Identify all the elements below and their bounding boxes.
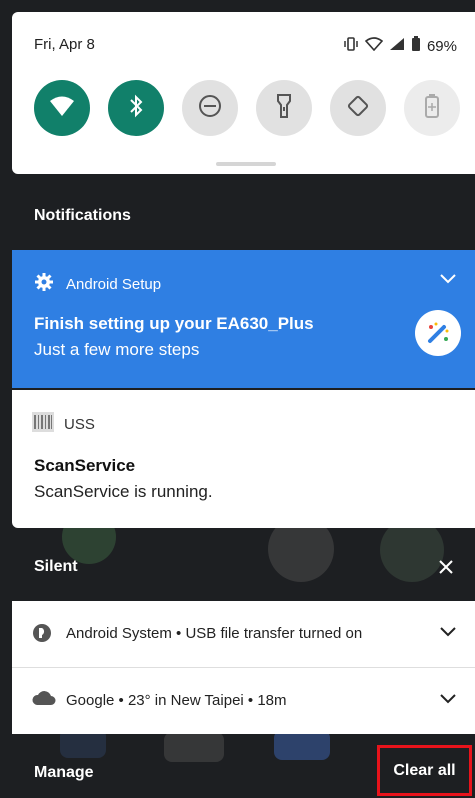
magic-wand-icon <box>415 310 461 356</box>
uss-notification[interactable]: USS ScanService ScanService is running. <box>12 390 475 528</box>
battery-percent: 69% <box>426 37 457 55</box>
android-setup-notification[interactable]: Android Setup Finish setting up your EA6… <box>12 250 475 388</box>
close-icon[interactable] <box>439 556 453 578</box>
auto-rotate-icon <box>345 93 371 124</box>
notification-app-name: Android Setup <box>66 275 162 293</box>
flashlight-icon <box>276 93 292 124</box>
wifi-tile[interactable]: 4 <box>34 80 90 136</box>
vibrate-icon <box>343 37 359 55</box>
cloud-icon <box>32 690 56 710</box>
do-not-disturb-icon <box>198 94 222 123</box>
signal-icon <box>389 37 405 55</box>
notification-text: ScanService is running. <box>34 482 213 501</box>
settings-gear-icon <box>34 272 54 296</box>
auto-rotate-tile[interactable] <box>330 80 386 136</box>
clear-all-button[interactable]: Clear all <box>377 745 472 796</box>
flashlight-tile[interactable] <box>256 80 312 136</box>
wifi-icon: 4 <box>49 95 75 122</box>
manage-button[interactable]: Manage <box>34 764 94 782</box>
android-system-icon <box>32 623 52 647</box>
expand-chevron-icon[interactable] <box>439 692 457 709</box>
date-label: Fri, Apr 8 <box>34 36 95 53</box>
silent-notification-android-system[interactable]: Android System • USB file transfer turne… <box>12 601 475 667</box>
notification-text: Just a few more steps <box>34 340 200 359</box>
svg-text:4: 4 <box>65 107 70 117</box>
expand-chevron-icon[interactable] <box>439 272 457 290</box>
notification-app-row: Android Setup <box>34 272 161 296</box>
battery-icon <box>411 36 421 56</box>
silent-notification-google[interactable]: Google • 23° in New Taipei • 18m <box>12 668 475 734</box>
battery-saver-icon <box>425 93 439 123</box>
notification-title: ScanService <box>34 456 136 475</box>
notification-app-row: USS <box>32 412 95 436</box>
drag-handle[interactable] <box>216 162 276 166</box>
silent-header: Silent <box>34 558 78 575</box>
quick-settings-panel: Fri, Apr 8 69% 4 <box>12 12 475 174</box>
notifications-header: Notifications <box>34 207 131 224</box>
notification-title: Finish setting up your EA630_Plus <box>34 314 314 333</box>
do-not-disturb-tile[interactable] <box>182 80 238 136</box>
wifi-status-icon <box>364 37 384 55</box>
barcode-icon <box>32 412 54 436</box>
quick-tiles: 4 <box>34 80 460 136</box>
bluetooth-tile[interactable] <box>108 80 164 136</box>
bluetooth-icon <box>128 94 144 123</box>
status-icons: 69% <box>343 36 457 56</box>
battery-saver-tile[interactable] <box>404 80 460 136</box>
notification-app-name: USS <box>64 415 95 433</box>
notification-text: Android System • USB file transfer turne… <box>66 625 363 642</box>
notification-text: Google • 23° in New Taipei • 18m <box>66 692 287 709</box>
expand-chevron-icon[interactable] <box>439 625 457 642</box>
